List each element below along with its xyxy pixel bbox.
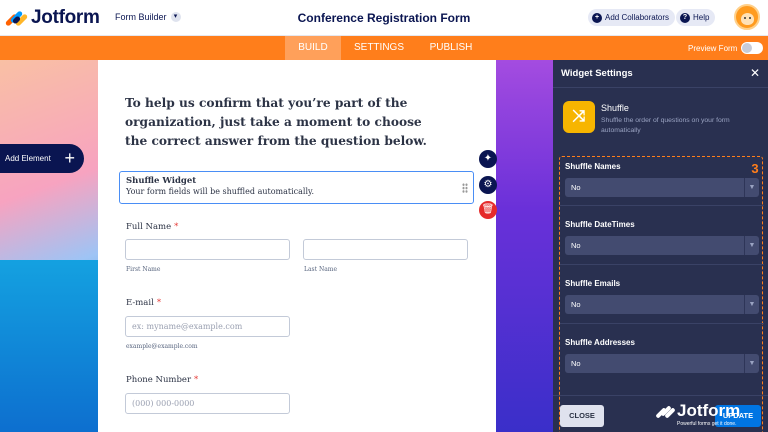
form-builder-label: Form Builder bbox=[115, 12, 167, 22]
email-sublabel: example@example.com bbox=[126, 343, 198, 350]
option-label: Shuffle DateTimes bbox=[565, 220, 635, 229]
app-window: Jotform Form Builder ▾ Conference Regist… bbox=[0, 0, 768, 432]
divider bbox=[560, 264, 764, 265]
option-shuffle-emails: Shuffle Emails No ▼ bbox=[562, 279, 759, 314]
email-field[interactable]: ex: myname@example.com bbox=[125, 316, 290, 337]
watermark-tagline: Powerful forms get it done. bbox=[677, 421, 737, 427]
divider bbox=[560, 205, 764, 206]
help-button[interactable]: ? Help bbox=[676, 9, 716, 26]
chevron-down-icon: ▼ bbox=[744, 178, 759, 197]
plus-icon: + bbox=[64, 148, 75, 168]
background-decoration bbox=[0, 260, 98, 432]
phone-input[interactable]: (000) 000-0000 bbox=[125, 393, 290, 414]
select-value: No bbox=[571, 300, 581, 309]
avatar-eye bbox=[749, 17, 751, 19]
jotform-logo-icon bbox=[4, 9, 29, 27]
phone-label-text: Phone Number bbox=[126, 375, 192, 385]
panel-title: Widget Settings bbox=[561, 68, 633, 79]
last-name-input[interactable] bbox=[303, 239, 468, 260]
required-mark: * bbox=[194, 375, 199, 385]
form-intro-text: To help us confirm that you’re part of t… bbox=[125, 96, 427, 148]
add-collaborators-label: Add Collaborators bbox=[605, 13, 670, 22]
avatar-face bbox=[741, 13, 754, 25]
widget-info-card: ⤨ Shuffle Shuffle the order of questions… bbox=[561, 97, 761, 141]
add-collaborators-button[interactable]: + Add Collaborators bbox=[588, 9, 676, 26]
select-value: No bbox=[571, 359, 581, 368]
jotform-logo-icon bbox=[655, 405, 676, 421]
gear-icon[interactable]: ⚙ bbox=[479, 176, 497, 194]
step-badge: 3 bbox=[751, 161, 759, 176]
select-value: No bbox=[571, 183, 581, 192]
shuffle-widget-description: Your form fields will be shuffled automa… bbox=[126, 187, 315, 196]
avatar[interactable] bbox=[734, 4, 760, 30]
chevron-down-icon: ▼ bbox=[744, 354, 759, 373]
preview-form-control[interactable]: Preview Form bbox=[688, 42, 764, 54]
first-name-input[interactable] bbox=[125, 239, 290, 260]
magic-wand-icon[interactable]: ✦ bbox=[479, 150, 497, 168]
widget-name: Shuffle bbox=[601, 103, 629, 113]
jotform-logo[interactable]: Jotform bbox=[4, 7, 100, 29]
email-label-text: E-mail bbox=[126, 298, 154, 308]
chevron-down-icon: ▼ bbox=[744, 295, 759, 314]
close-button[interactable]: CLOSE bbox=[560, 405, 604, 427]
phone-label: Phone Number * bbox=[126, 375, 198, 385]
chevron-down-icon: ▾ bbox=[170, 12, 181, 22]
preview-form-label: Preview Form bbox=[688, 43, 738, 53]
email-label: E-mail * bbox=[126, 298, 161, 308]
tab-publish[interactable]: PUBLISH bbox=[421, 36, 481, 60]
help-label: Help bbox=[693, 13, 710, 22]
widget-description: Shuffle the order of questions on your f… bbox=[601, 117, 730, 134]
shuffle-widget-field[interactable]: Shuffle Widget Your form fields will be … bbox=[119, 171, 474, 204]
top-header: Jotform Form Builder ▾ Conference Regist… bbox=[0, 0, 768, 36]
tab-build[interactable]: BUILD bbox=[285, 36, 341, 60]
shuffle-icon: ⤨ bbox=[563, 101, 595, 133]
divider bbox=[560, 323, 764, 324]
required-mark: * bbox=[156, 298, 162, 308]
shuffle-emails-select[interactable]: No ▼ bbox=[565, 295, 759, 314]
user-plus-icon: + bbox=[592, 12, 602, 23]
avatar-eye bbox=[744, 17, 746, 19]
last-name-sublabel: Last Name bbox=[304, 266, 338, 273]
full-name-label: Full Name * bbox=[126, 222, 178, 232]
option-label: Shuffle Names bbox=[565, 162, 621, 171]
option-shuffle-datetimes: Shuffle DateTimes No ▼ bbox=[562, 220, 759, 255]
builder-nav: BUILD SETTINGS PUBLISH Preview Form bbox=[0, 36, 768, 60]
form-builder-menu[interactable]: Form Builder ▾ bbox=[115, 12, 181, 22]
watermark-brand: Jotform bbox=[677, 401, 741, 420]
first-name-sublabel: First Name bbox=[126, 266, 161, 273]
background-decoration bbox=[496, 60, 553, 432]
shuffle-widget-title: Shuffle Widget bbox=[126, 176, 197, 186]
tab-settings[interactable]: SETTINGS bbox=[345, 36, 413, 60]
widget-settings-panel: Widget Settings ✕ ⤨ Shuffle Shuffle the … bbox=[553, 60, 768, 432]
full-name-label-text: Full Name bbox=[126, 222, 172, 232]
shuffle-addresses-select[interactable]: No ▼ bbox=[565, 354, 759, 373]
option-shuffle-addresses: Shuffle Addresses No ▼ bbox=[562, 338, 759, 373]
option-label: Shuffle Emails bbox=[565, 279, 621, 288]
trash-icon[interactable]: 🗑 bbox=[479, 201, 497, 219]
brand-name: Jotform bbox=[31, 7, 100, 28]
shuffle-names-select[interactable]: No ▼ bbox=[565, 178, 759, 197]
form-sheet: To help us confirm that you’re part of t… bbox=[98, 60, 496, 432]
close-icon[interactable]: ✕ bbox=[750, 66, 760, 80]
select-value: No bbox=[571, 241, 581, 250]
option-label: Shuffle Addresses bbox=[565, 338, 635, 347]
add-element-button[interactable]: Add Element + bbox=[0, 144, 84, 173]
shuffle-options-group: Shuffle Names No ▼ Shuffle DateTimes No … bbox=[559, 156, 764, 432]
panel-footer: CLOSE UPDATE Jotform Powerful forms get … bbox=[553, 395, 768, 432]
panel-header: Widget Settings ✕ bbox=[553, 60, 768, 88]
required-mark: * bbox=[174, 222, 179, 232]
option-shuffle-names: Shuffle Names No ▼ bbox=[562, 162, 759, 197]
chevron-down-icon: ▼ bbox=[744, 236, 759, 255]
jotform-watermark: Jotform Powerful forms get it done. bbox=[655, 401, 757, 429]
drag-handle-icon[interactable] bbox=[462, 183, 468, 193]
preview-toggle[interactable] bbox=[741, 42, 764, 54]
question-icon: ? bbox=[680, 12, 690, 23]
add-element-label: Add Element bbox=[5, 154, 51, 163]
shuffle-datetimes-select[interactable]: No ▼ bbox=[565, 236, 759, 255]
